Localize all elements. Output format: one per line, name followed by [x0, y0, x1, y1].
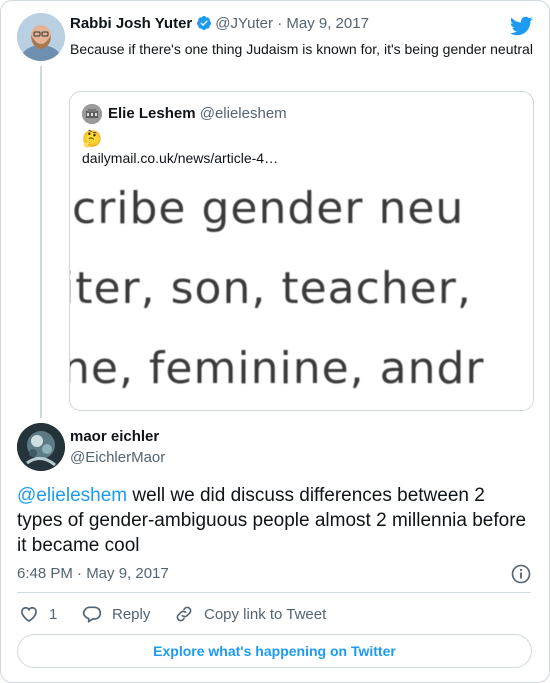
- separator: ·: [277, 15, 283, 32]
- divider: [17, 592, 531, 593]
- parent-tweet-text: Because if there's one thing Judaism is …: [70, 41, 533, 57]
- reply-label: Reply: [112, 605, 151, 623]
- image-text-line: cribe gender neu: [72, 183, 465, 234]
- quote-author-handle: @elieleshem: [199, 105, 287, 122]
- link-icon: [176, 606, 192, 622]
- reply-author-name[interactable]: maor eichler: [70, 428, 159, 445]
- copy-link-button[interactable]: Copy link to Tweet: [174, 604, 326, 624]
- like-button[interactable]: 1: [19, 604, 57, 624]
- reply-tweet-text: @elieleshem well we did discuss differen…: [17, 483, 532, 558]
- quoted-tweet[interactable]: Elie Leshem @elieleshem 🤔 dailymail.co.u…: [69, 91, 534, 411]
- like-count: 1: [49, 605, 58, 623]
- quote-author-name: Elie Leshem: [108, 105, 196, 122]
- image-text-line: ne, feminine, andr: [70, 343, 485, 394]
- heart-icon: [21, 606, 37, 623]
- author-handle[interactable]: @JYuter: [215, 15, 273, 32]
- quote-header: Elie Leshem @elieleshem: [108, 105, 287, 122]
- avatar[interactable]: [17, 423, 65, 471]
- tweet-timestamp[interactable]: 6:48 PM · May 9, 2017: [17, 565, 169, 582]
- reply-button[interactable]: Reply: [82, 604, 150, 624]
- info-icon[interactable]: [511, 564, 531, 589]
- verified-badge-icon: [196, 15, 212, 35]
- avatar[interactable]: [17, 13, 65, 61]
- parent-tweet-header: Rabbi Josh Yuter @JYuter · May 9, 2017: [70, 15, 369, 35]
- thinking-face-emoji: 🤔: [82, 131, 102, 148]
- reply-author-handle[interactable]: @EichlerMaor: [70, 449, 165, 466]
- image-text-line: iter, son, teacher,: [70, 263, 472, 314]
- quote-avatar: [82, 104, 102, 124]
- mention-link[interactable]: @elieleshem: [17, 485, 127, 506]
- tweet-date[interactable]: May 9, 2017: [286, 15, 369, 32]
- thread-connector-line: [40, 66, 42, 418]
- quote-image[interactable]: cribe gender neu iter, son, teacher, ne,…: [70, 177, 533, 410]
- quote-link[interactable]: dailymail.co.uk/news/article-4…: [82, 150, 278, 166]
- reply-bubble-icon: [82, 606, 102, 623]
- copy-link-label: Copy link to Tweet: [204, 605, 327, 623]
- explore-twitter-button[interactable]: Explore what's happening on Twitter: [17, 634, 532, 668]
- author-name[interactable]: Rabbi Josh Yuter: [70, 15, 192, 32]
